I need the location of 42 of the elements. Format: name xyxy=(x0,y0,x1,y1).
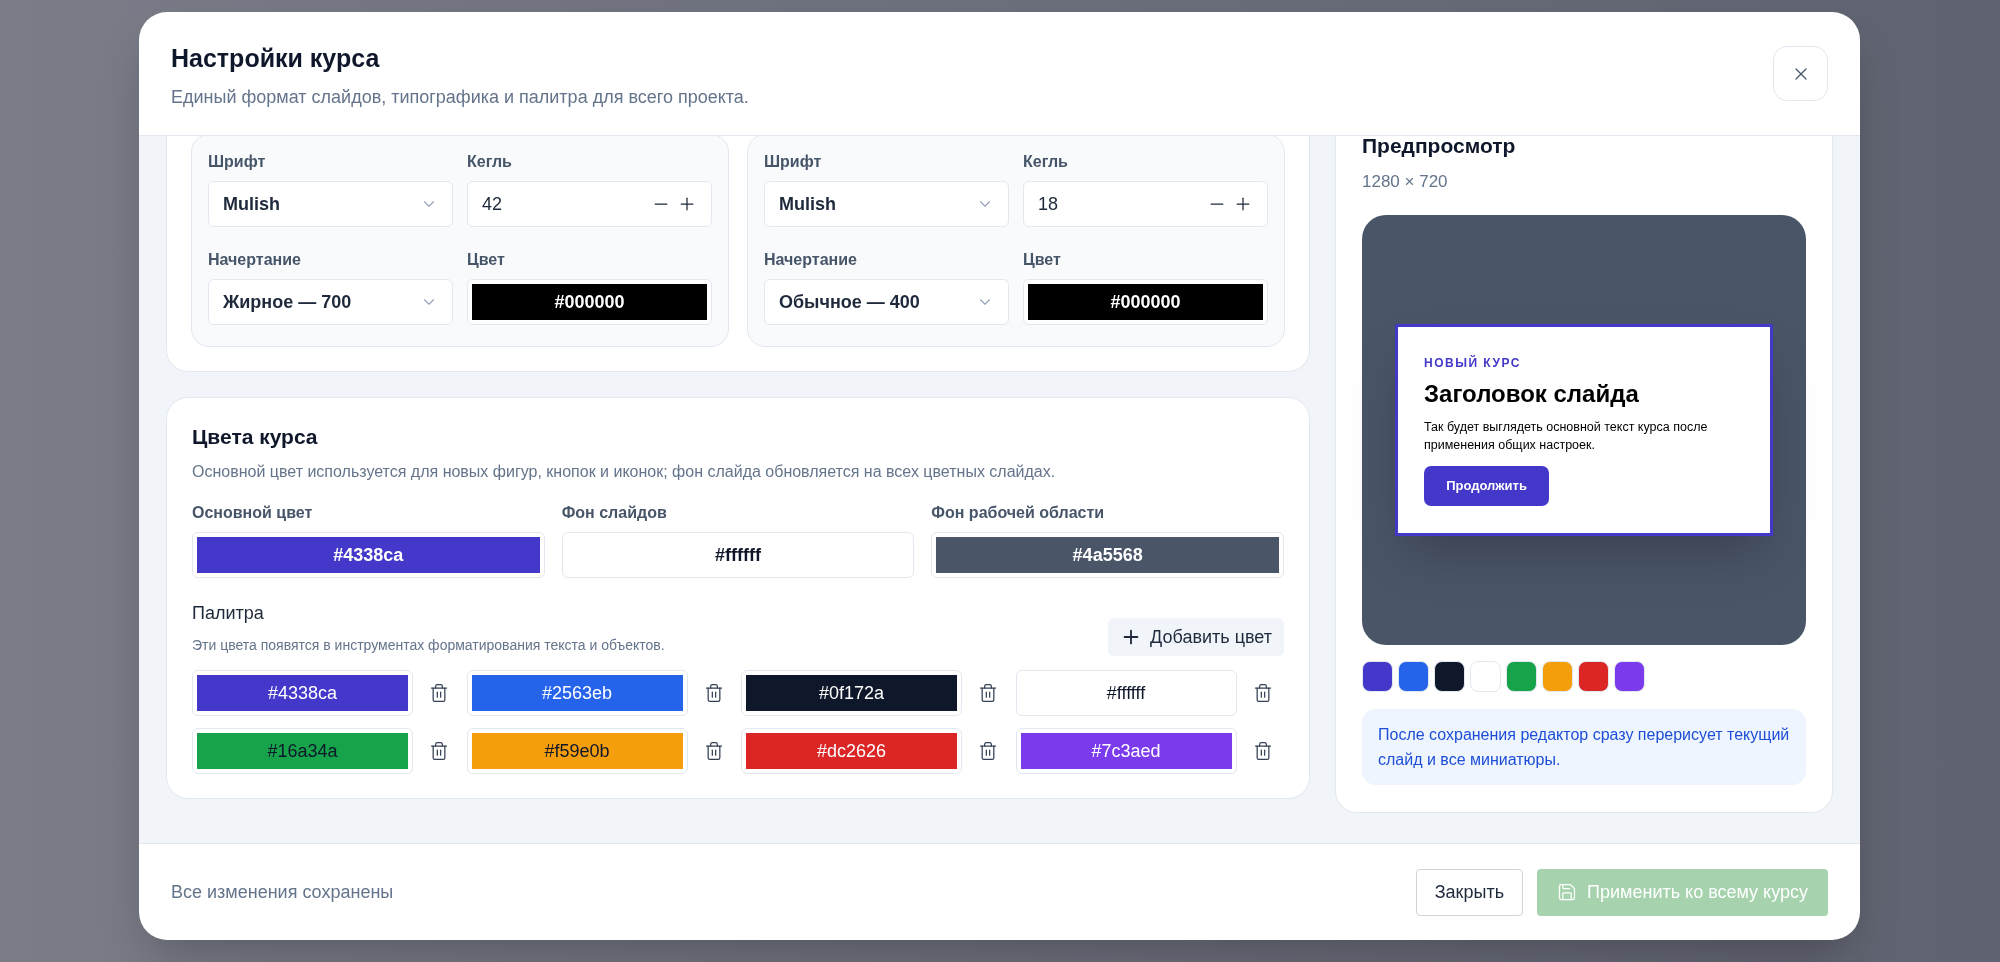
save-status: Все изменения сохранены xyxy=(171,880,394,904)
close-dialog-button[interactable]: Закрыть xyxy=(1415,868,1524,916)
slide-heading: Заголовок слайда xyxy=(1424,379,1640,408)
field-label: Основной цвет xyxy=(192,503,314,523)
trash-icon xyxy=(703,741,724,761)
field-label: Цвет xyxy=(467,250,506,270)
trash-icon xyxy=(978,741,998,761)
field-label: Фон рабочей области xyxy=(931,503,1106,523)
palette-label: Палитра xyxy=(192,602,265,625)
select-field[interactable]: Обычное — 400 xyxy=(764,279,1009,325)
section-title: Цвета курса xyxy=(192,424,319,450)
field-label: Начертание xyxy=(208,250,302,270)
field-label: Начертание xyxy=(764,250,858,270)
trash-icon xyxy=(429,683,449,703)
trash-icon xyxy=(429,741,449,761)
select-field[interactable]: Mulish xyxy=(764,181,1009,227)
dialog-subtitle: Единый формат слайдов, типографика и палитра для всего проекта. xyxy=(171,86,749,109)
field-label: Цвет xyxy=(1023,250,1062,270)
number-field[interactable]: 42 xyxy=(467,181,712,227)
trash-icon xyxy=(1252,683,1273,703)
preview-note: После сохранения редактор сразу перерисует текущий слайд и все миниатюры. xyxy=(1362,708,1806,785)
trash-icon xyxy=(703,683,724,703)
field-label: Кегль xyxy=(1023,152,1069,172)
section-description: Основной цвет используется для новых фигур, кнопок и иконок; фон слайда обновляется на всех цветных слайдах. xyxy=(192,462,1057,482)
trash-icon xyxy=(978,683,998,703)
slide-eyebrow: НОВЫЙ КУРС xyxy=(1424,354,1522,372)
slide-body: Так будет выглядеть основной текст курса после применения общих настроек. xyxy=(1424,418,1709,454)
preview-title: Предпросмотр xyxy=(1362,136,1517,159)
select-field[interactable]: Mulish xyxy=(208,181,453,227)
dialog-title: Настройки курса xyxy=(171,43,381,74)
field-label: Шрифт xyxy=(208,152,267,172)
field-label: Фон слайдов xyxy=(561,503,668,523)
field-label: Шрифт xyxy=(764,152,823,172)
trash-icon xyxy=(1252,741,1273,761)
field-label: Кегль xyxy=(467,152,513,172)
slide-button[interactable]: Продолжить xyxy=(1424,465,1549,506)
save-icon xyxy=(1557,882,1578,902)
number-field[interactable]: 18 xyxy=(1023,181,1268,227)
palette-hint: Эти цвета появятся в инструментах форматирования текста и объектов. xyxy=(192,636,665,655)
add-color-button[interactable]: Добавить цвет xyxy=(1108,618,1284,656)
select-field[interactable]: Жирное — 700 xyxy=(208,279,453,325)
preview-size: 1280 × 720 xyxy=(1362,171,1449,193)
